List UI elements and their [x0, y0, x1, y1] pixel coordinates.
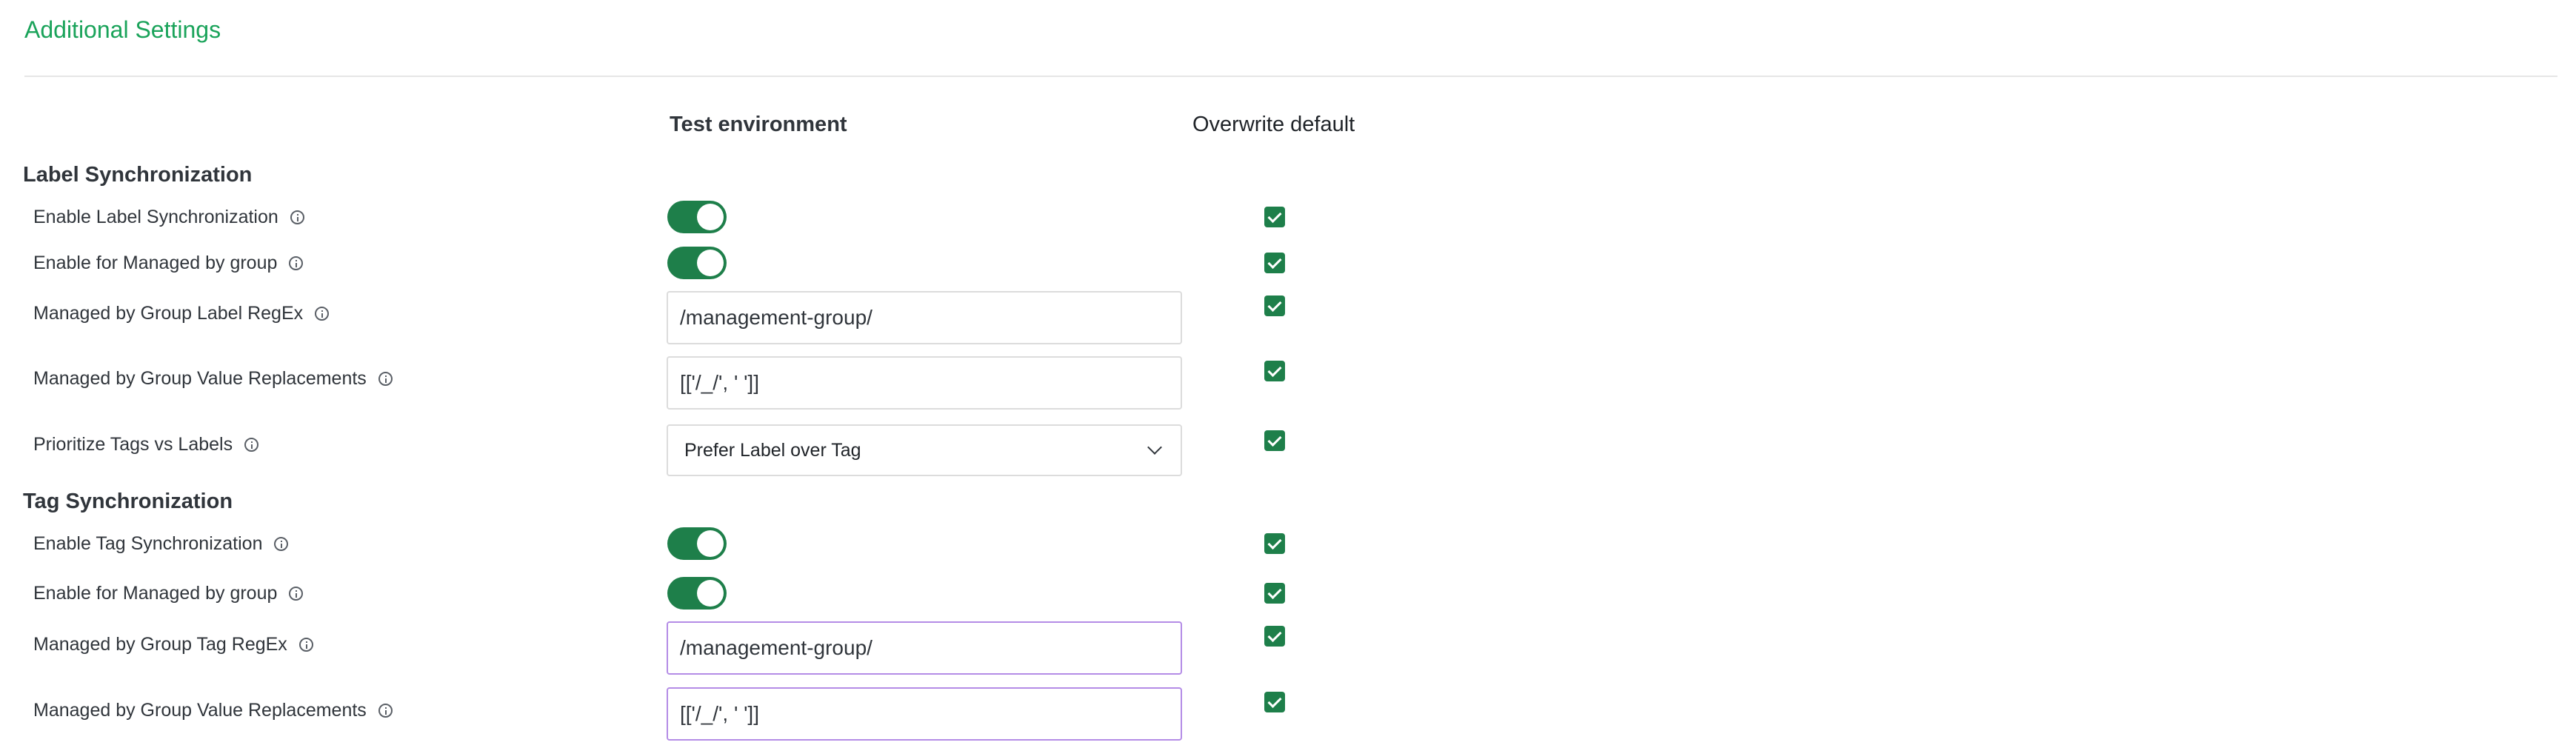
- input-managed-by-group-tag-regex[interactable]: [667, 621, 1182, 675]
- row-label-managed-by-group-value-replacements-label: Managed by Group Value Replacements: [33, 367, 393, 390]
- row-label-prioritize-tags-vs-labels: Prioritize Tags vs Labels: [33, 433, 259, 456]
- label-text: Enable Tag Synchronization: [33, 533, 263, 554]
- info-circle-icon[interactable]: [378, 703, 393, 718]
- toggle-knob: [697, 530, 724, 557]
- toggle-enable-tag-sync[interactable]: [667, 527, 727, 560]
- label-text: Managed by Group Value Replacements: [33, 368, 367, 389]
- row-label-enable-managed-by-group-label: Enable for Managed by group: [33, 251, 304, 275]
- toggle-knob: [697, 580, 724, 607]
- info-circle-icon[interactable]: [378, 371, 393, 386]
- select-prioritize-tags-vs-labels[interactable]: Prefer Label over Tag: [667, 424, 1182, 476]
- row-label-managed-by-group-label-regex: Managed by Group Label RegEx: [33, 301, 330, 325]
- label-text: Prioritize Tags vs Labels: [33, 434, 233, 455]
- column-header-test-environment: Test environment: [670, 113, 847, 136]
- label-text: Enable for Managed by group: [33, 583, 278, 604]
- label-text: Managed by Group Tag RegEx: [33, 634, 287, 655]
- info-circle-icon[interactable]: [298, 637, 313, 652]
- info-circle-icon[interactable]: [289, 256, 304, 270]
- select-value: Prefer Label over Tag: [684, 439, 861, 461]
- checkbox-overwrite-managed-by-group-label-regex[interactable]: [1264, 295, 1285, 316]
- checkbox-overwrite-managed-by-group-tag-regex[interactable]: [1264, 626, 1285, 647]
- toggle-enable-managed-by-group-tag[interactable]: [667, 577, 727, 610]
- checkbox-overwrite-managed-by-group-label[interactable]: [1264, 253, 1285, 273]
- row-label-enable-label-sync: Enable Label Synchronization: [33, 205, 304, 229]
- input-managed-by-group-value-replacements-tag[interactable]: [667, 687, 1182, 741]
- row-label-managed-by-group-tag-regex: Managed by Group Tag RegEx: [33, 632, 313, 656]
- toggle-enable-managed-by-group-label[interactable]: [667, 247, 727, 279]
- checkbox-overwrite-value-replacements-label[interactable]: [1264, 361, 1285, 381]
- info-circle-icon[interactable]: [244, 437, 259, 452]
- chevron-down-icon: [1147, 440, 1162, 455]
- group-title-tag-synchronization: Tag Synchronization: [23, 490, 233, 513]
- checkbox-overwrite-enable-label-sync[interactable]: [1264, 207, 1285, 227]
- info-circle-icon[interactable]: [315, 306, 330, 321]
- label-text: Enable Label Synchronization: [33, 207, 278, 227]
- info-circle-icon[interactable]: [274, 536, 289, 551]
- input-managed-by-group-value-replacements-label[interactable]: [667, 356, 1182, 410]
- additional-settings-page: Additional Settings Test environment Ove…: [0, 0, 2576, 748]
- row-label-managed-by-group-value-replacements-tag: Managed by Group Value Replacements: [33, 698, 393, 722]
- toggle-knob: [697, 204, 724, 230]
- info-circle-icon[interactable]: [289, 586, 304, 601]
- checkbox-overwrite-managed-by-group-tag[interactable]: [1264, 583, 1285, 604]
- label-text: Managed by Group Label RegEx: [33, 303, 304, 324]
- checkbox-overwrite-prioritize-tags-vs-labels[interactable]: [1264, 430, 1285, 451]
- section-divider: [24, 76, 2557, 77]
- row-label-enable-tag-sync: Enable Tag Synchronization: [33, 532, 289, 555]
- info-circle-icon[interactable]: [290, 210, 304, 224]
- group-title-label-synchronization: Label Synchronization: [23, 163, 253, 187]
- label-text: Enable for Managed by group: [33, 253, 278, 273]
- toggle-enable-label-sync[interactable]: [667, 201, 727, 233]
- label-text: Managed by Group Value Replacements: [33, 700, 367, 721]
- section-title: Additional Settings: [24, 16, 221, 43]
- row-label-enable-managed-by-group-tag: Enable for Managed by group: [33, 581, 304, 605]
- checkbox-overwrite-enable-tag-sync[interactable]: [1264, 533, 1285, 554]
- toggle-knob: [697, 250, 724, 276]
- checkbox-overwrite-value-replacements-tag[interactable]: [1264, 692, 1285, 712]
- column-header-overwrite-default: Overwrite default: [1192, 113, 1355, 136]
- input-managed-by-group-label-regex[interactable]: [667, 291, 1182, 344]
